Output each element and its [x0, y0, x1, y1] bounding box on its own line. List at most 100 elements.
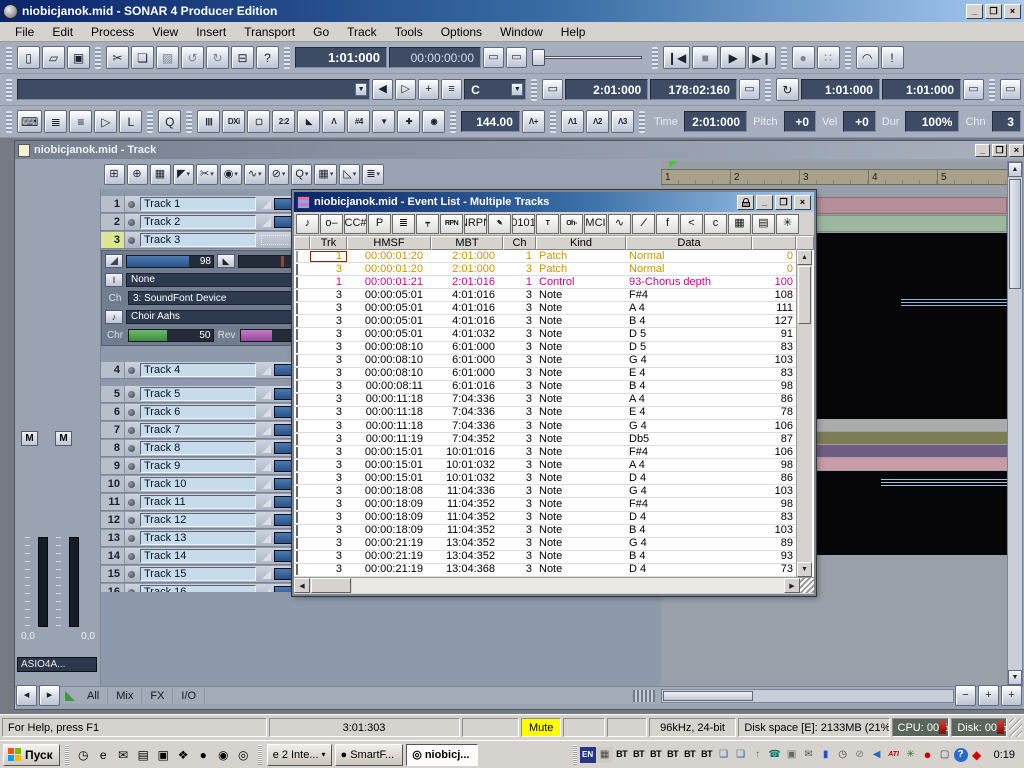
event-value[interactable]: 98: [752, 499, 796, 510]
track-status-dot[interactable]: [125, 530, 138, 546]
track-tool-button[interactable]: ⊘ ▾: [267, 163, 290, 185]
panel-button[interactable]: ▼: [372, 110, 396, 133]
record-automation-button[interactable]: ∷: [816, 46, 840, 69]
track-name-field[interactable]: Track 1: [140, 197, 256, 211]
resize-grip[interactable]: [800, 578, 814, 593]
volume-triangle-icon[interactable]: [258, 386, 274, 402]
event-value[interactable]: 87: [752, 434, 796, 445]
event-trk[interactable]: 3: [310, 381, 347, 392]
start-button[interactable]: Пуск: [3, 743, 60, 766]
event-value[interactable]: 127: [752, 316, 796, 327]
event-kind[interactable]: Patch: [536, 251, 626, 262]
event-trk[interactable]: 3: [310, 486, 347, 497]
insert-tempo-button[interactable]: Λ+: [521, 110, 545, 133]
zoom-in-button[interactable]: +: [978, 685, 999, 706]
open-button[interactable]: ▱: [42, 46, 65, 69]
event-row[interactable]: 3 00:00:11:18 7:04:336 3 Note E 4 78: [294, 407, 796, 421]
column-header-hmsf[interactable]: HMSF: [347, 236, 431, 250]
taskbar-task-button[interactable]: ◎ niobicj...: [406, 743, 479, 766]
row-gutter[interactable]: [294, 420, 310, 432]
event-value[interactable]: 86: [752, 394, 796, 405]
menu-item[interactable]: Go: [304, 23, 338, 41]
status-resize-grip[interactable]: [1009, 718, 1023, 737]
menu-item[interactable]: Track: [338, 23, 386, 41]
track-tool-button[interactable]: ⊞: [104, 163, 125, 185]
event-row[interactable]: 3 00:00:08:11 6:01:016 3 Note B 4 98: [294, 381, 796, 394]
track-status-dot[interactable]: [125, 584, 138, 592]
panel-button[interactable]: ▢: [247, 110, 271, 133]
track-number[interactable]: 15: [101, 566, 125, 582]
toolbar-grip[interactable]: [764, 78, 771, 101]
event-row[interactable]: 3 00:00:18:09 11:04:352 3 Note F#4 98: [294, 498, 796, 512]
track-number[interactable]: 11: [101, 494, 125, 510]
event-kind[interactable]: Note: [536, 486, 626, 497]
event-value[interactable]: 98: [752, 460, 796, 471]
toolbar-grip[interactable]: [6, 78, 12, 101]
row-gutter[interactable]: [294, 368, 310, 380]
event-channel[interactable]: 3: [503, 368, 536, 379]
track-number[interactable]: 14: [101, 548, 125, 564]
event-hmsf[interactable]: 00:00:11:19: [347, 434, 431, 445]
panel-button[interactable]: 2:2: [272, 110, 296, 133]
tray-icon[interactable]: ✳: [903, 747, 919, 763]
tab-scroll-left-button[interactable]: ◂: [16, 685, 37, 706]
event-mbt[interactable]: 10:01:032: [431, 473, 503, 484]
event-data[interactable]: B 4: [626, 551, 752, 562]
track-tool-button[interactable]: Q ▾: [291, 163, 313, 185]
toolbar-grip[interactable]: [780, 46, 787, 69]
event-kind[interactable]: Note: [536, 473, 626, 484]
event-mbt[interactable]: 7:04:352: [431, 434, 503, 445]
event-mbt[interactable]: 11:04:352: [431, 512, 503, 523]
event-vertical-scrollbar[interactable]: ▲ ▼: [796, 250, 812, 577]
track-number[interactable]: 7: [101, 422, 125, 438]
event-value[interactable]: 108: [752, 290, 796, 301]
event-type-toggle-button[interactable]: ≣: [392, 213, 415, 234]
tray-icon[interactable]: ▢: [937, 747, 953, 763]
smpte-time-display[interactable]: 00:00:00:00: [389, 47, 481, 68]
tray-icon[interactable]: ☎: [767, 747, 783, 763]
event-data[interactable]: D 4: [626, 512, 752, 523]
clips-horizontal-scrollbar[interactable]: [661, 688, 954, 703]
menu-item[interactable]: Process: [82, 23, 143, 41]
event-mbt[interactable]: 2:01:000: [431, 251, 503, 262]
input-icon[interactable]: I: [105, 272, 123, 287]
event-trk[interactable]: 3: [310, 316, 347, 327]
event-channel[interactable]: 3: [503, 342, 536, 353]
event-value[interactable]: 83: [752, 342, 796, 353]
event-kind[interactable]: Control: [536, 277, 626, 288]
event-kind[interactable]: Note: [536, 551, 626, 562]
event-hmsf[interactable]: 00:00:21:19: [347, 564, 431, 575]
event-mbt[interactable]: 4:01:016: [431, 303, 503, 314]
loop-start-display[interactable]: 1:01:000: [800, 79, 880, 100]
track-tool-button[interactable]: ✂ ▾: [196, 163, 218, 185]
event-value[interactable]: 73: [752, 564, 796, 575]
row-gutter[interactable]: [294, 433, 310, 445]
event-row[interactable]: 3 00:00:05:01 4:01:016 3 Note B 4 127: [294, 315, 796, 329]
zoom-corner-button[interactable]: +: [1001, 685, 1022, 706]
event-row[interactable]: 3 00:00:11:19 7:04:352 3 Note Db5 87: [294, 433, 796, 447]
event-mbt[interactable]: 11:04:336: [431, 486, 503, 497]
panel-button[interactable]: #4: [347, 110, 371, 133]
go-to-end-button[interactable]: ▶❙: [748, 46, 776, 69]
track-status-dot[interactable]: [125, 566, 138, 582]
track-tool-button[interactable]: ▦ ▾: [314, 163, 338, 185]
volume-triangle-icon[interactable]: [258, 476, 274, 492]
scroll-thumb[interactable]: [663, 690, 753, 701]
toolbar-grip[interactable]: [147, 110, 154, 133]
tray-icon[interactable]: ?: [953, 747, 968, 762]
event-hmsf[interactable]: 00:00:18:09: [347, 512, 431, 523]
tray-icon[interactable]: ↑: [750, 747, 766, 763]
event-kind[interactable]: Note: [536, 564, 626, 575]
event-value[interactable]: 0: [752, 264, 796, 275]
track-status-dot[interactable]: [125, 404, 138, 420]
event-data[interactable]: B 4: [626, 381, 752, 392]
view-tab[interactable]: I/O: [173, 687, 206, 704]
event-kind[interactable]: Note: [536, 421, 626, 432]
event-hmsf[interactable]: 00:00:01:20: [347, 264, 431, 275]
event-row[interactable]: 3 00:00:11:18 7:04:336 3 Note G 4 106: [294, 420, 796, 434]
volume-triangle-icon[interactable]: [258, 458, 274, 474]
event-data[interactable]: E 4: [626, 407, 752, 418]
volume-triangle-icon[interactable]: [258, 404, 274, 420]
view-button[interactable]: ▷: [94, 110, 118, 133]
now-time-display[interactable]: 1:01:000: [295, 47, 387, 68]
